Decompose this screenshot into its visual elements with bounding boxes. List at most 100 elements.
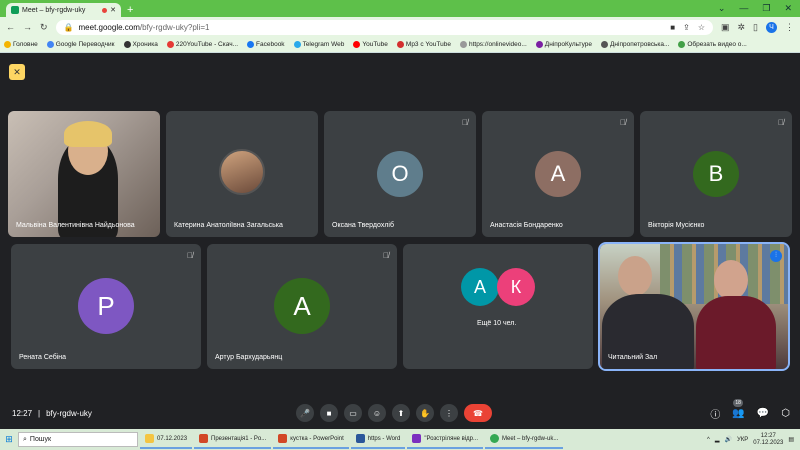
bookmark-item[interactable]: Facebook	[247, 41, 285, 48]
mic-off-icon: 🎙̸	[187, 251, 193, 260]
present-button[interactable]: ⬆	[392, 404, 410, 422]
participant-name: Читальний Зал	[608, 354, 658, 361]
more-options-button[interactable]: ⋮	[440, 404, 458, 422]
participant-face	[618, 256, 652, 296]
chat-icon[interactable]: 💬	[757, 408, 769, 419]
url-host: meet.google.com	[78, 22, 140, 32]
profile-avatar[interactable]: Ч	[766, 21, 777, 33]
powerpoint-icon	[199, 434, 209, 443]
new-tab-button[interactable]: +	[127, 4, 133, 16]
participant-video	[696, 296, 776, 369]
participant-avatar: О	[377, 151, 423, 197]
bookmark-star-icon[interactable]: ☆	[698, 23, 705, 32]
participants-count: 18	[733, 398, 743, 407]
forward-icon[interactable]: →	[23, 22, 32, 32]
participant-tile[interactable]: 🎙̸ О Оксана Твердохліб	[324, 111, 476, 237]
url-path: /bfy-rgdw-uky?pli=1	[139, 22, 210, 32]
folder-icon	[4, 41, 11, 48]
chevron-up-icon[interactable]: ^	[707, 437, 710, 443]
meet-stage: ✕ Мальвіна Валентинівна Найдьонова Катер…	[0, 53, 800, 429]
language-indicator[interactable]: УКР	[737, 437, 748, 443]
info-icon[interactable]: ⓘ	[710, 406, 720, 421]
browser-tab-strip: Meet – bfy-rgdw-uky ✕ + ⌄ — ❐ ✕	[0, 0, 800, 17]
lock-icon: 🔒	[63, 22, 74, 32]
camera-button[interactable]: ■	[320, 404, 338, 422]
leave-call-button[interactable]: ☎	[464, 404, 492, 422]
browser-toolbar: ← → ↻ 🔒 meet.google.com/bfy-rgdw-uky?pli…	[0, 17, 800, 37]
back-icon[interactable]: ←	[6, 22, 15, 32]
bookmark-item[interactable]: Дніпропетровська...	[601, 41, 669, 48]
participant-name: Мальвіна Валентинівна Найдьонова	[16, 222, 135, 229]
site-icon	[123, 41, 131, 48]
minimize-icon[interactable]: —	[739, 3, 748, 14]
volume-icon[interactable]: 🔊	[725, 436, 732, 443]
taskbar-item[interactable]: Презентація1 - Po...	[194, 430, 272, 449]
bookmark-item[interactable]: 220YouTube - Скач...	[166, 41, 238, 48]
reload-icon[interactable]: ↻	[40, 22, 48, 33]
participant-tile[interactable]: 🎙̸ А Анастасія Бондаренко	[482, 111, 634, 237]
youtube-icon	[353, 41, 361, 48]
window-controls: ⌄ — ❐ ✕	[718, 3, 800, 14]
mic-off-icon: 🎙̸	[383, 251, 389, 260]
globe-icon	[459, 41, 467, 48]
side-controls: ⓘ 18 👥 💬 ⬡	[710, 398, 790, 421]
bookmark-item[interactable]: Головне	[4, 41, 38, 48]
participant-tile[interactable]: 🎙̸ В Вікторія Мусієнко	[640, 111, 792, 237]
windows-start-icon[interactable]: ⊞	[0, 434, 18, 445]
site-icon	[678, 41, 686, 48]
taskbar-item[interactable]: https - Word	[350, 430, 406, 449]
bookmark-item[interactable]: Хроника	[123, 41, 158, 48]
meet-favicon-icon	[11, 6, 19, 14]
taskbar-item[interactable]: "Розстріляне відр...	[407, 430, 483, 449]
bookmark-item[interactable]: Google Переводчик	[46, 41, 115, 48]
participant-avatar: А	[535, 151, 581, 197]
bookmarks-bar: Головне Google Переводчик Хроника 220You…	[0, 37, 800, 53]
restore-icon[interactable]: ❐	[762, 3, 770, 14]
microphone-button[interactable]: 🎤	[296, 404, 314, 422]
activities-icon[interactable]: ⬡	[781, 408, 790, 419]
taskbar-clock[interactable]: 12:27 07.12.2023	[753, 433, 783, 447]
camera-permission-icon[interactable]: ■	[670, 23, 675, 32]
mic-off-icon: 🎙̸	[462, 118, 468, 127]
chrome-icon	[490, 434, 499, 443]
participant-tile[interactable]: 🎙̸ А Артур Бархударьянц	[207, 244, 397, 369]
participant-tile[interactable]: Катерина Анатоліївна Загальська	[166, 111, 318, 237]
side-panel-icon[interactable]: ▯	[753, 22, 758, 33]
people-button[interactable]: 18 👥	[732, 398, 745, 419]
bookmark-item[interactable]: ДніпроКультуре	[535, 41, 592, 48]
meeting-safety-icon[interactable]: ✕	[9, 64, 25, 80]
extension-icon[interactable]: ▣	[721, 22, 730, 33]
share-icon[interactable]: ⇪	[683, 23, 690, 32]
participant-tile-active[interactable]: ⫶ Читальний Зал	[598, 242, 790, 371]
bookmark-item[interactable]: Обрезать видео о...	[678, 41, 747, 48]
taskbar-item[interactable]: 07.12.2023	[140, 430, 193, 449]
emoji-icon: ☺	[372, 408, 382, 418]
raise-hand-button[interactable]: ✋	[416, 404, 434, 422]
address-bar[interactable]: 🔒 meet.google.com/bfy-rgdw-uky?pli=1 ■ ⇪…	[55, 19, 713, 35]
bookmark-item[interactable]: Mp3 с YouTube	[396, 41, 451, 48]
participant-tile[interactable]: 🎙̸ Р Рената Себіна	[11, 244, 201, 369]
recording-indicator-icon	[102, 7, 108, 13]
globe-icon	[601, 41, 609, 48]
captions-button[interactable]: ▭	[344, 404, 362, 422]
close-tab-icon[interactable]: ✕	[110, 6, 116, 14]
browser-tab[interactable]: Meet – bfy-rgdw-uky ✕	[6, 3, 121, 17]
others-tile[interactable]: А К Ещё 10 чел.	[403, 244, 593, 369]
taskbar-item[interactable]: Meet – bfy-rgdw-uk...	[485, 430, 564, 449]
taskbar-item[interactable]: кустка - PowerPoint	[273, 430, 349, 449]
powerpoint-icon	[278, 434, 288, 443]
meet-control-bar: 12:27 | bfy-rgdw-uky 🎤 ■ ▭ ☺ ⬆ ✋ ⋮ ☎ ⓘ 1…	[0, 398, 800, 428]
network-icon[interactable]: ▂	[715, 436, 720, 443]
mp3-icon	[396, 41, 404, 48]
close-window-icon[interactable]: ✕	[784, 3, 792, 14]
emoji-button[interactable]: ☺	[368, 404, 386, 422]
chevron-down-icon[interactable]: ⌄	[718, 3, 726, 14]
bookmark-item[interactable]: Telegram Web	[293, 41, 344, 48]
menu-dots-icon[interactable]: ⋮	[785, 22, 794, 33]
extensions-puzzle-icon[interactable]: ✲	[738, 22, 746, 33]
notifications-icon[interactable]: ▤	[788, 436, 794, 443]
participant-tile[interactable]: Мальвіна Валентинівна Найдьонова	[8, 111, 160, 237]
taskbar-search[interactable]: ⌕ Пошук	[18, 432, 138, 447]
bookmark-item[interactable]: YouTube	[353, 41, 388, 48]
bookmark-item[interactable]: https://onlinevideo...	[459, 41, 527, 48]
